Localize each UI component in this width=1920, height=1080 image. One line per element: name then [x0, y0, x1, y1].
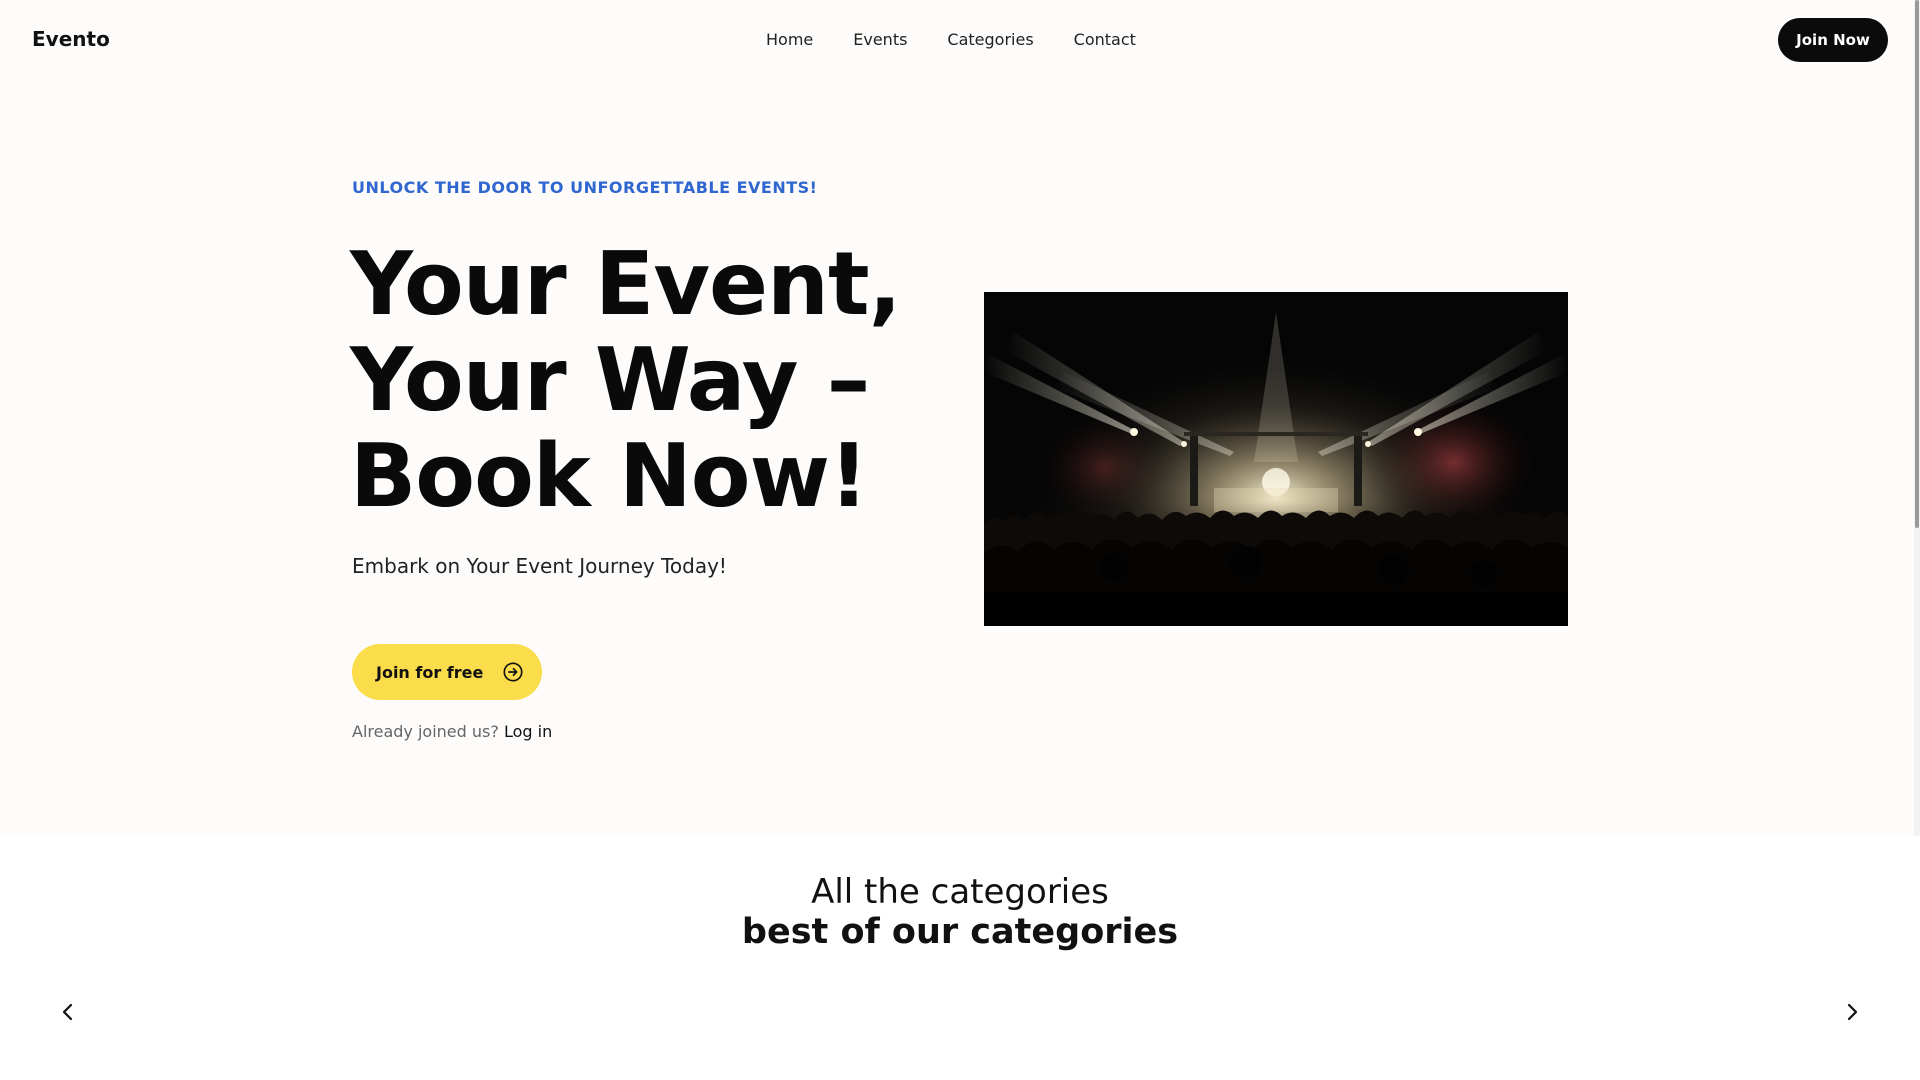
scrollbar-thumb[interactable]	[1915, 0, 1919, 528]
logo[interactable]: Evento	[32, 27, 110, 51]
concert-crowd-image	[984, 292, 1568, 626]
hero-title-line: Your Event,	[350, 233, 902, 335]
chevron-right-icon[interactable]	[1840, 1000, 1864, 1024]
hero-title: Your Event, Your Way – Book Now!	[350, 236, 910, 524]
categories-title: best of our categories	[741, 912, 1179, 952]
categories-section: All the categories best of our categorie…	[0, 836, 1920, 1080]
landing-page: Evento Home Events Categories Contact Jo…	[0, 0, 1920, 1080]
site-header: Evento Home Events Categories Contact Jo…	[0, 0, 1920, 80]
join-for-free-button[interactable]: Join for free	[352, 644, 542, 700]
hero-eyebrow: UNLOCK THE DOOR TO UNFORGETTABLE EVENTS!	[352, 178, 818, 197]
login-prompt: Already joined us? Log in	[352, 722, 552, 741]
arrow-circle-right-icon	[503, 662, 523, 682]
join-for-free-label: Join for free	[376, 662, 484, 682]
hero-title-line: Your Way –	[350, 329, 870, 431]
nav-home[interactable]: Home	[766, 30, 813, 49]
join-now-button[interactable]: Join Now	[1778, 18, 1888, 62]
nav-events[interactable]: Events	[853, 30, 907, 49]
hero-title-line: Book Now!	[350, 425, 869, 527]
main-nav: Home Events Categories Contact	[766, 30, 1176, 49]
nav-categories[interactable]: Categories	[947, 30, 1033, 49]
nav-contact[interactable]: Contact	[1074, 30, 1136, 49]
hero-subtitle: Embark on Your Event Journey Today!	[352, 554, 727, 578]
chevron-left-icon[interactable]	[56, 1000, 80, 1024]
login-link[interactable]: Log in	[504, 722, 552, 741]
categories-kicker: All the categories	[811, 872, 1109, 912]
concert-illustration	[984, 292, 1568, 626]
login-prompt-text: Already joined us?	[352, 722, 499, 741]
